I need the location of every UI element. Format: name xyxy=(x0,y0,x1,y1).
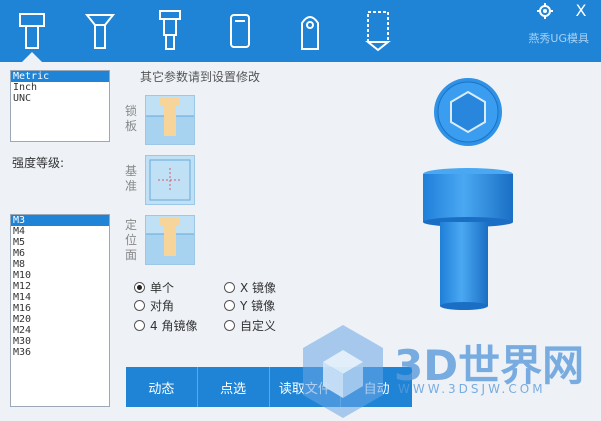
list-item[interactable]: M20 xyxy=(11,314,109,325)
locating-face-label: 定位面 xyxy=(124,218,137,262)
settings-hint: 其它参数请到设置修改 xyxy=(140,70,261,84)
close-button[interactable]: X xyxy=(566,0,596,22)
datum-label: 基准 xyxy=(124,164,137,193)
settings-button[interactable] xyxy=(530,0,560,22)
list-item[interactable]: M12 xyxy=(11,281,109,292)
pick-point-button[interactable]: 点选 xyxy=(198,367,270,407)
radio-x-mirror[interactable]: X 镜像 xyxy=(224,279,276,296)
radio-label: 自定义 xyxy=(240,319,277,333)
tab-shoulder-bolt[interactable] xyxy=(142,4,198,58)
radio-single[interactable]: 单个 xyxy=(134,279,174,296)
radio-label: 4 角镜像 xyxy=(150,319,198,333)
radio-selected-icon xyxy=(134,282,145,293)
radio-label: 对角 xyxy=(150,299,175,313)
title-bar: X 燕秀UG模具 xyxy=(0,0,601,62)
radio-icon xyxy=(224,320,235,331)
radio-label: X 镜像 xyxy=(240,281,277,295)
socket-head-screw-icon xyxy=(19,13,45,49)
lock-plate-diagram xyxy=(146,98,194,144)
list-item[interactable]: M6 xyxy=(11,248,109,259)
list-item[interactable]: Metric xyxy=(11,71,109,82)
tab-countersunk-screw[interactable] xyxy=(72,4,128,58)
radio-label: Y 镜像 xyxy=(240,299,276,313)
list-item[interactable]: M8 xyxy=(11,259,109,270)
list-item[interactable]: M5 xyxy=(11,237,109,248)
shoulder-bolt-icon xyxy=(159,10,181,50)
dynamic-button[interactable]: 动态 xyxy=(126,367,198,407)
list-item[interactable]: M36 xyxy=(11,347,109,358)
list-item[interactable]: M3 xyxy=(11,215,109,226)
radio-icon xyxy=(134,300,145,311)
tab-socket-head-screw[interactable] xyxy=(4,4,60,62)
list-item[interactable]: M16 xyxy=(11,303,109,314)
radio-label: 单个 xyxy=(150,281,175,295)
locating-face-option[interactable] xyxy=(145,215,195,265)
radio-icon xyxy=(224,300,235,311)
tab-dowel-pin[interactable] xyxy=(212,4,268,58)
pull-pin-icon xyxy=(301,16,319,50)
locating-face-diagram xyxy=(146,218,194,264)
unit-list[interactable]: Metric Inch UNC xyxy=(10,70,110,142)
radio-four-corner-mirror[interactable]: 4 角镜像 xyxy=(134,317,197,334)
dowel-pin-icon xyxy=(230,14,250,48)
radio-y-mirror[interactable]: Y 镜像 xyxy=(224,297,275,314)
read-file-button[interactable]: 读取文件 xyxy=(270,367,342,407)
tab-pull-pin[interactable] xyxy=(282,4,338,58)
list-item[interactable]: UNC xyxy=(11,93,109,104)
list-item[interactable]: M14 xyxy=(11,292,109,303)
watermark-title: 3D世界网 xyxy=(394,341,585,390)
strength-grade-label: 强度等级: xyxy=(12,156,65,170)
size-list[interactable]: M3 M4 M5 M6 M8 M10 M12 M14 M16 M20 M24 M… xyxy=(10,214,110,407)
list-item[interactable]: M4 xyxy=(11,226,109,237)
close-icon: X xyxy=(575,1,587,20)
list-item[interactable]: M30 xyxy=(11,336,109,347)
lock-plate-label: 锁板 xyxy=(124,104,137,133)
gear-icon xyxy=(537,3,553,19)
watermark-url: WWW.3DSJW.COM xyxy=(398,382,546,396)
lock-plate-option[interactable] xyxy=(145,95,195,145)
countersunk-screw-icon xyxy=(84,14,116,49)
list-item[interactable]: Inch xyxy=(11,82,109,93)
radio-custom[interactable]: 自定义 xyxy=(224,317,276,334)
brand-label: 燕秀UG模具 xyxy=(528,32,589,45)
datum-option[interactable] xyxy=(145,155,195,205)
datum-diagram xyxy=(149,159,191,201)
radio-icon xyxy=(224,282,235,293)
screw-model-preview xyxy=(423,78,513,310)
list-item[interactable]: M24 xyxy=(11,325,109,336)
tab-threaded-insert[interactable] xyxy=(350,4,406,58)
radio-diagonal[interactable]: 对角 xyxy=(134,297,174,314)
radio-icon xyxy=(134,320,145,331)
list-item[interactable]: M10 xyxy=(11,270,109,281)
auto-button[interactable]: 自动 xyxy=(341,367,412,407)
action-button-bar: 动态 点选 读取文件 自动 xyxy=(126,367,412,407)
threaded-insert-icon xyxy=(365,11,391,52)
